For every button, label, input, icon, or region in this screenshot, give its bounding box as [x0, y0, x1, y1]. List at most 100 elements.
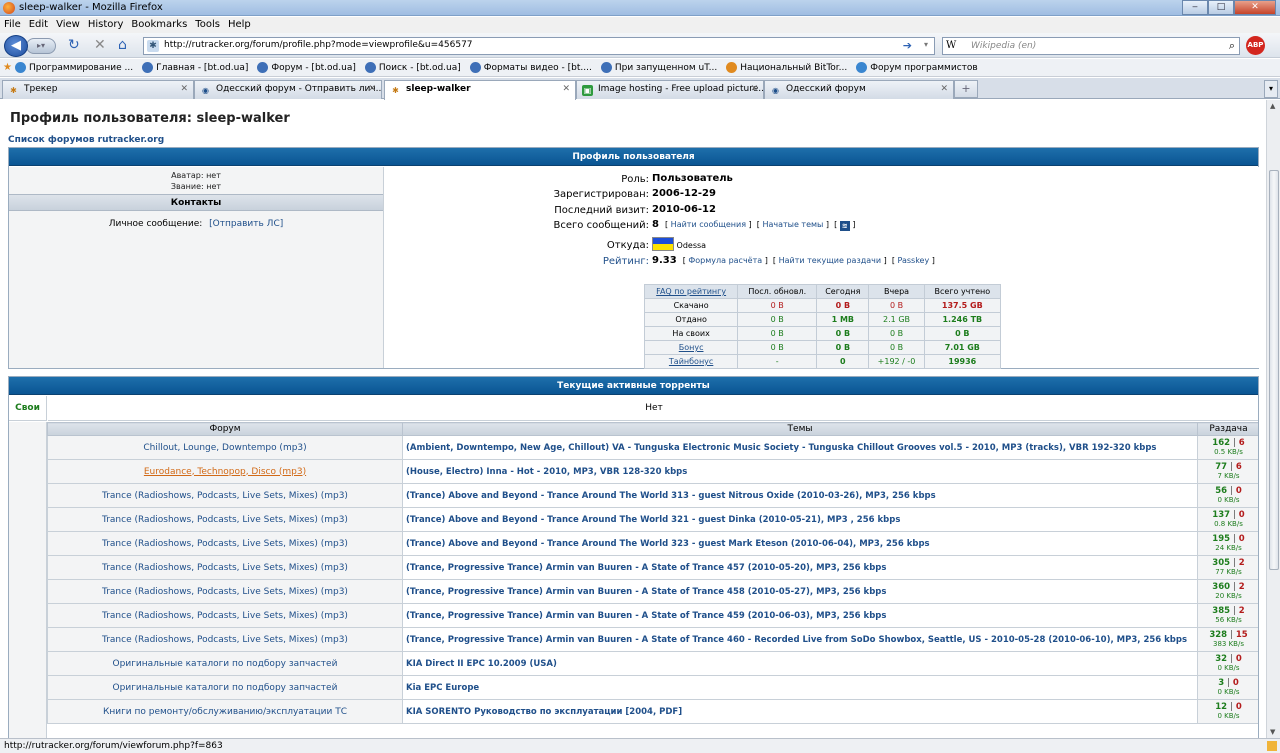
- started-topics-link[interactable]: Начатые темы: [762, 220, 823, 229]
- time-bonus-link[interactable]: Тайнбонус: [643, 354, 739, 369]
- topic-link[interactable]: (Trance, Progressive Trance) Armin van B…: [402, 627, 1198, 652]
- scroll-up-icon[interactable]: ▲: [1270, 102, 1275, 110]
- forum-link[interactable]: Trance (Radioshows, Podcasts, Live Sets,…: [47, 555, 403, 580]
- forum-link[interactable]: Trance (Radioshows, Podcasts, Live Sets,…: [47, 627, 403, 652]
- menu-edit[interactable]: Edit: [25, 17, 52, 33]
- bookmark-item[interactable]: Программирование ...: [12, 62, 139, 73]
- url-dropdown-icon[interactable]: ▾: [924, 40, 928, 49]
- close-button[interactable]: ✕: [1234, 0, 1276, 15]
- bookmark-item[interactable]: При запущенном uT...: [598, 62, 723, 73]
- bookmark-item[interactable]: Национальный BitTor...: [723, 62, 853, 73]
- rss-icon[interactable]: ≋: [839, 221, 850, 231]
- url-text[interactable]: http://rutracker.org/forum/profile.php?m…: [164, 40, 473, 50]
- topic-link[interactable]: (Trance, Progressive Trance) Armin van B…: [402, 579, 1198, 604]
- tab-odessa-pm[interactable]: ◉ Одесский форум - Отправить лич... ✕: [194, 80, 382, 99]
- tab-odessa-forum[interactable]: ◉ Одесский форум ✕: [764, 80, 954, 99]
- tab-close-icon[interactable]: ✕: [940, 84, 948, 94]
- registered-value: 2006-12-29: [652, 188, 716, 199]
- bookmark-item[interactable]: Форум программистов: [853, 62, 983, 73]
- bonus-link[interactable]: Бонус: [643, 340, 739, 355]
- maximize-button[interactable]: □: [1208, 0, 1234, 15]
- menu-file[interactable]: File: [0, 17, 25, 33]
- topic-link[interactable]: (Trance, Progressive Trance) Armin van B…: [402, 555, 1198, 580]
- menu-view[interactable]: View: [52, 17, 84, 33]
- forum-link[interactable]: Оригинальные каталоги по подбору запчаст…: [47, 675, 403, 700]
- table-row: Trance (Radioshows, Podcasts, Live Sets,…: [47, 627, 1258, 652]
- tab-close-icon[interactable]: ✕: [180, 84, 188, 94]
- bookmark-icon: [856, 62, 868, 73]
- seed-speed: 20 KB/s: [1215, 591, 1242, 600]
- breadcrumb[interactable]: Список форумов rutracker.org: [8, 135, 164, 145]
- bookmark-item[interactable]: Главная - [bt.od.ua]: [139, 62, 254, 73]
- site-identity-icon[interactable]: ✱: [147, 40, 159, 52]
- active-torrents-header: Текущие активные торренты: [9, 377, 1258, 395]
- topic-link[interactable]: (Ambient, Downtempo, New Age, Chillout) …: [402, 435, 1198, 460]
- tab-close-icon[interactable]: ✕: [368, 84, 376, 94]
- new-tab-button[interactable]: +: [954, 80, 978, 98]
- bookmark-item[interactable]: Форум - [bt.od.ua]: [254, 62, 361, 73]
- topic-link[interactable]: (House, Electro) Inna - Hot - 2010, MP3,…: [402, 459, 1198, 484]
- scroll-down-icon[interactable]: ▼: [1270, 728, 1275, 736]
- topic-link[interactable]: (Trance, Progressive Trance) Armin van B…: [402, 603, 1198, 628]
- last-visit-row: Последний визит: 2010-06-12: [385, 204, 1259, 219]
- minimize-button[interactable]: ‒: [1182, 0, 1208, 15]
- find-current-seeds-link[interactable]: Найти текущие раздачи: [779, 256, 881, 265]
- firefox-icon: [3, 2, 15, 14]
- menu-help[interactable]: Help: [224, 17, 255, 33]
- tab-image-hosting[interactable]: ▣ Image hosting - Free upload picture...…: [576, 80, 764, 99]
- bookmark-item[interactable]: Форматы видео - [bt....: [467, 62, 598, 73]
- scrollbar-thumb[interactable]: [1269, 170, 1279, 570]
- search-bar[interactable]: W Wikipedia (en) ⌕: [942, 37, 1240, 55]
- topic-link[interactable]: Kia EPC Europe: [402, 675, 1198, 700]
- menu-tools[interactable]: Tools: [191, 17, 224, 33]
- faq-rating-link[interactable]: FAQ по рейтингу: [643, 284, 739, 299]
- topic-link[interactable]: (Trance) Above and Beyond - Trance Aroun…: [402, 507, 1198, 532]
- tab-list-button[interactable]: ▾: [1264, 80, 1278, 98]
- forum-link[interactable]: Книги по ремонту/обслуживанию/эксплуатац…: [47, 699, 403, 724]
- url-bar[interactable]: ✱ http://rutracker.org/forum/profile.php…: [143, 37, 935, 55]
- forum-link[interactable]: Trance (Radioshows, Podcasts, Live Sets,…: [47, 579, 403, 604]
- formula-link[interactable]: Формула расчёта: [688, 256, 762, 265]
- seeders-count: 328: [1209, 629, 1228, 640]
- tab-close-icon[interactable]: ✕: [562, 84, 570, 94]
- tab-tracker[interactable]: ✱ Трекер ✕: [2, 80, 194, 99]
- forum-link[interactable]: Trance (Radioshows, Podcasts, Live Sets,…: [47, 603, 403, 628]
- bookmark-icon: [364, 62, 376, 73]
- tab-close-icon[interactable]: ✕: [750, 84, 758, 94]
- rating-label[interactable]: Рейтинг:: [603, 256, 649, 267]
- passkey-link[interactable]: Passkey: [897, 256, 929, 265]
- home-icon[interactable]: ⌂: [118, 37, 127, 53]
- search-icon[interactable]: ⌕: [1229, 39, 1235, 53]
- seed-cell: 137 | 0 0.8 KB/s: [1197, 507, 1258, 532]
- adblock-icon[interactable]: ABP: [1246, 36, 1265, 55]
- forum-link[interactable]: Trance (Radioshows, Podcasts, Live Sets,…: [47, 483, 403, 508]
- forum-link[interactable]: Оригинальные каталоги по подбору запчаст…: [47, 651, 403, 676]
- forum-link[interactable]: Trance (Radioshows, Podcasts, Live Sets,…: [47, 507, 403, 532]
- forum-link[interactable]: Trance (Radioshows, Podcasts, Live Sets,…: [47, 531, 403, 556]
- find-posts-link[interactable]: Найти сообщения: [671, 220, 746, 229]
- stats-header: Всего учтено: [923, 284, 1002, 299]
- go-arrow-icon[interactable]: ➔: [903, 39, 912, 52]
- topic-link[interactable]: KIA Direct II EPC 10.2009 (USA): [402, 651, 1198, 676]
- back-button[interactable]: ◀: [4, 35, 28, 57]
- forum-link[interactable]: Chillout, Lounge, Downtempo (mp3): [47, 435, 403, 460]
- forum-link[interactable]: Eurodance, Technopop, Disco (mp3): [47, 459, 403, 484]
- leechers-count: 0: [1235, 701, 1242, 712]
- seeders-count: 32: [1215, 653, 1228, 664]
- topic-link[interactable]: (Trance) Above and Beyond - Trance Aroun…: [402, 531, 1198, 556]
- reload-icon[interactable]: ↻: [68, 37, 80, 53]
- resize-grip-icon[interactable]: [1267, 741, 1277, 751]
- menu-history[interactable]: History: [84, 17, 128, 33]
- wikipedia-icon[interactable]: W: [946, 40, 956, 51]
- seed-cell: 162 | 6 0.5 KB/s: [1197, 435, 1258, 460]
- vertical-scrollbar[interactable]: ▲ ▼: [1266, 100, 1280, 738]
- send-pm-link[interactable]: [Отправить ЛС]: [209, 219, 283, 229]
- stop-icon[interactable]: ✕: [94, 37, 106, 53]
- topic-link[interactable]: (Trance) Above and Beyond - Trance Aroun…: [402, 483, 1198, 508]
- forward-button[interactable]: ▸▾: [26, 38, 56, 54]
- menu-bookmarks[interactable]: Bookmarks: [127, 17, 191, 33]
- topic-link[interactable]: KIA SORENTO Руководство по эксплуатации …: [402, 699, 1198, 724]
- bookmark-item[interactable]: Поиск - [bt.od.ua]: [362, 62, 467, 73]
- search-input[interactable]: Wikipedia (en): [971, 41, 1036, 51]
- tab-sleep-walker[interactable]: ✱ sleep-walker ✕: [384, 80, 576, 100]
